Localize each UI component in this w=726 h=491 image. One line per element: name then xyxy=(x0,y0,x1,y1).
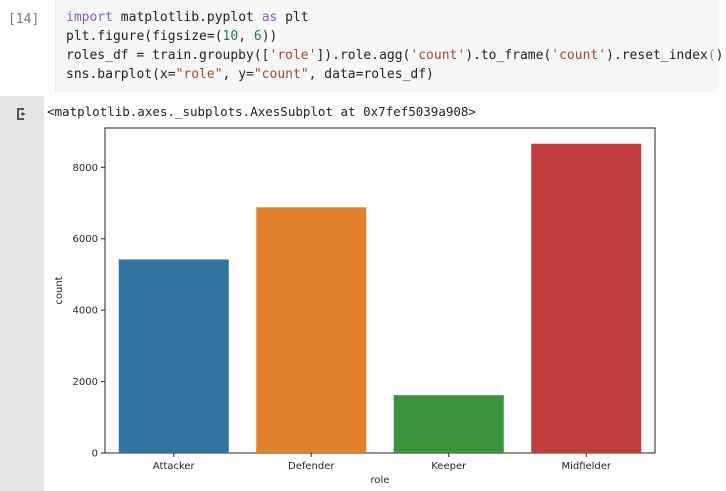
bar-defender xyxy=(256,207,367,453)
code-line: plt.figure(figsize=(10, 6)) xyxy=(66,29,278,44)
bar-attacker xyxy=(118,259,229,453)
x-tick-label: Defender xyxy=(288,461,335,472)
output-repr-text: <matplotlib.axes._subplots.AxesSubplot a… xyxy=(47,104,476,119)
output-gutter xyxy=(0,96,44,491)
code-editor[interactable]: import matplotlib.pyplot as plt plt.figur… xyxy=(55,0,723,92)
y-axis-label: count xyxy=(54,276,65,304)
x-axis-label: role xyxy=(371,475,390,486)
y-tick-label: 6000 xyxy=(73,234,98,245)
x-tick-label: Midfielder xyxy=(561,461,611,472)
code-line: roles_df = train.groupby(['role']).role.… xyxy=(66,48,724,63)
bar-midfielder xyxy=(531,143,642,453)
bar-keeper xyxy=(393,395,504,453)
execution-count: [14] xyxy=(8,12,40,27)
x-tick-label: Keeper xyxy=(431,461,467,472)
code-scroll-fade xyxy=(706,0,718,92)
code-line: sns.barplot(x="role", y="count", data=ro… xyxy=(66,67,434,82)
y-tick-label: 8000 xyxy=(73,163,98,174)
y-tick-label: 0 xyxy=(92,449,98,460)
output-arrow-icon[interactable] xyxy=(14,106,30,122)
y-tick-label: 4000 xyxy=(73,306,98,317)
notebook-cell: [14] import matplotlib.pyplot as plt plt.… xyxy=(0,0,726,491)
bar-chart: Attacker Defender Keeper Midfielder 0 2000 400… xyxy=(54,127,656,486)
x-tick-label: Attacker xyxy=(153,461,196,472)
code-line: import matplotlib.pyplot as plt xyxy=(66,10,309,25)
y-tick-label: 2000 xyxy=(73,377,98,388)
